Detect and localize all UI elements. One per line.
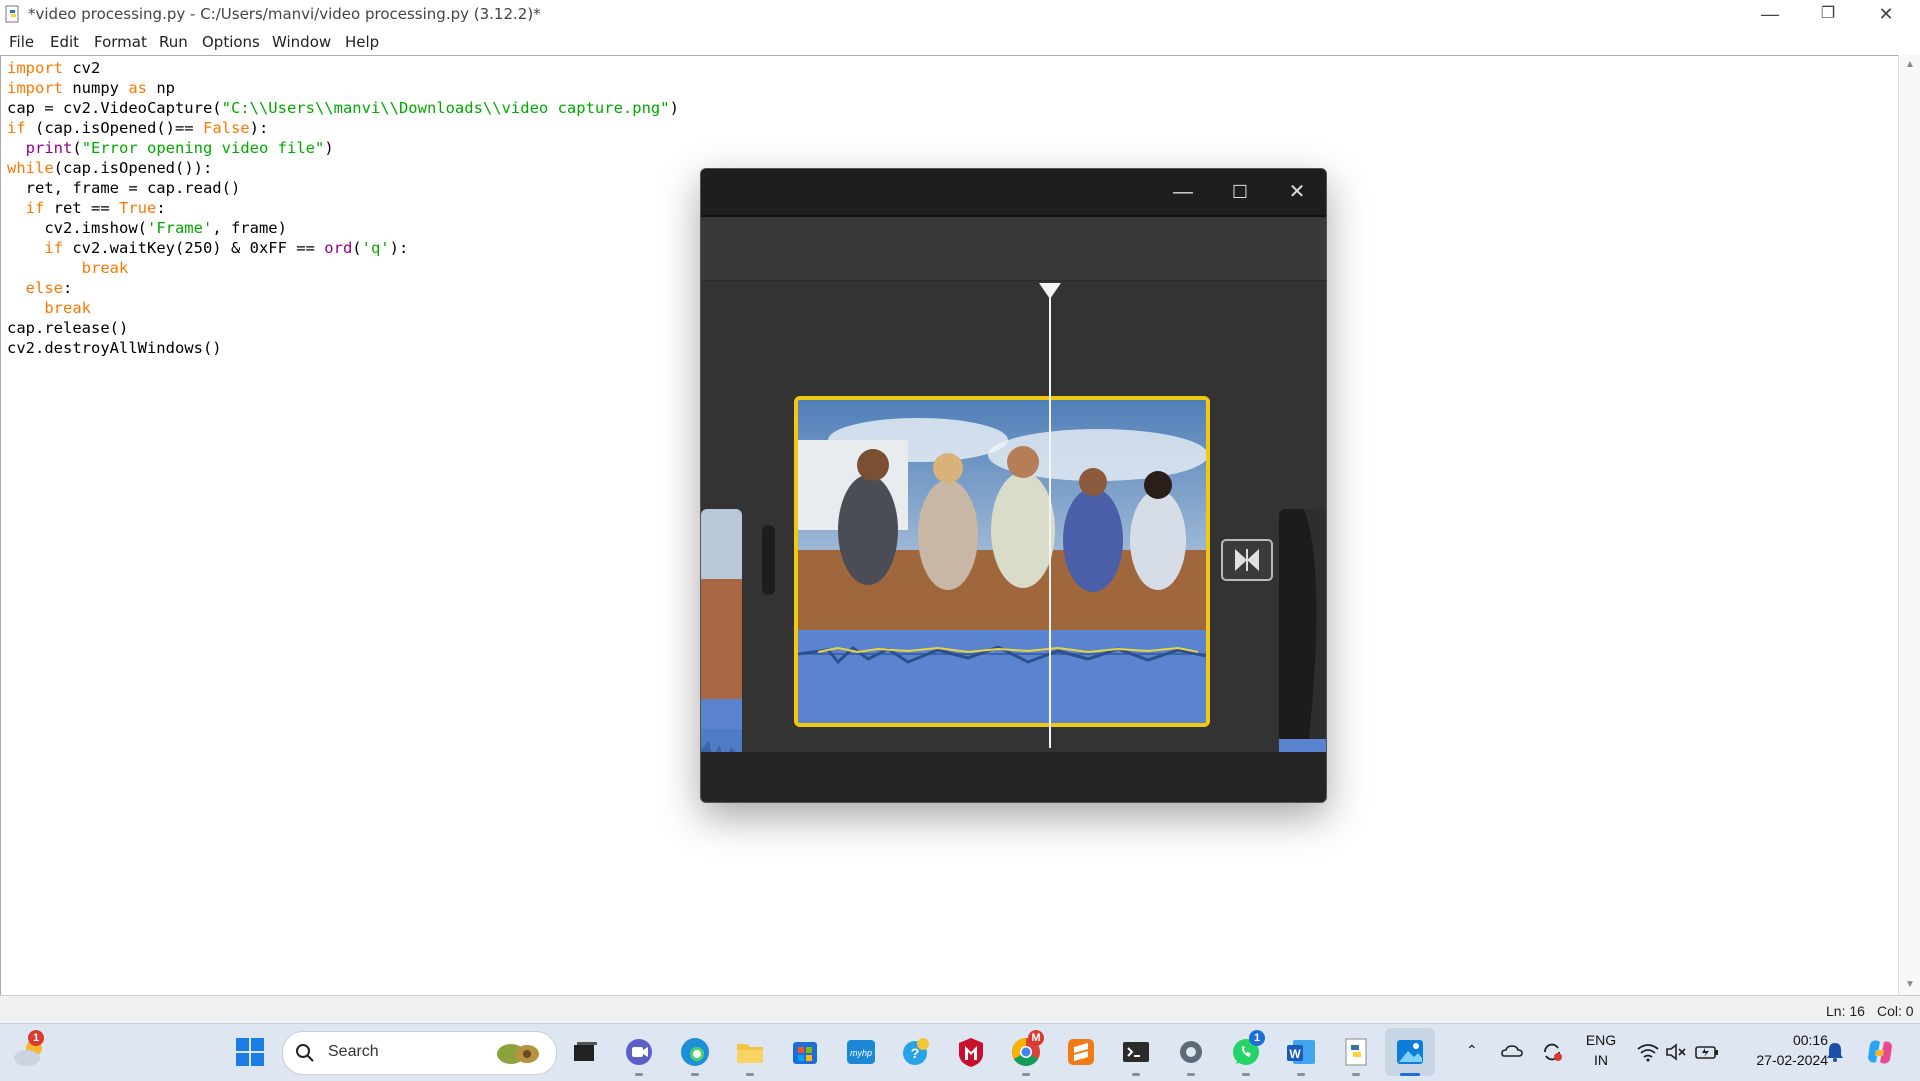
python-idle-icon[interactable] — [1340, 1036, 1372, 1068]
video-preview-window[interactable]: — ☐ ✕ — [700, 168, 1327, 803]
menu-options[interactable]: Options — [202, 33, 260, 51]
window-titlebar: *video processing.py - C:/Users/manvi/vi… — [0, 0, 1920, 29]
line-indicator: Ln: 16 — [1826, 1003, 1865, 1019]
terminal-running-indicator — [1132, 1073, 1140, 1076]
start-icon[interactable] — [234, 1036, 266, 1068]
settings-running-indicator — [1187, 1073, 1195, 1076]
terminal-icon[interactable] — [1120, 1036, 1152, 1068]
teams-running-indicator — [635, 1073, 643, 1076]
taskbar-search[interactable]: Search — [282, 1031, 557, 1075]
battery-charging-icon[interactable] — [1694, 1040, 1720, 1064]
file-explorer-icon[interactable] — [734, 1036, 766, 1068]
svg-text:?: ? — [911, 1045, 920, 1061]
transition-button[interactable] — [1221, 539, 1273, 581]
idle-running-indicator — [1352, 1073, 1360, 1076]
code-line[interactable]: if (cap.isOpened()== False): — [7, 119, 268, 137]
menu-window[interactable]: Window — [272, 33, 331, 51]
code-line[interactable]: import cv2 — [7, 59, 100, 77]
code-line[interactable]: cv2.imshow('Frame', frame) — [7, 219, 287, 237]
show-hidden-icons-chevron-icon[interactable]: ⌃ — [1466, 1042, 1478, 1059]
code-line[interactable]: if cv2.waitKey(250) & 0xFF == ord('q'): — [7, 239, 408, 257]
whatsapp-running-indicator — [1242, 1073, 1250, 1076]
clock-time[interactable]: 00:16 — [1732, 1032, 1828, 1048]
taskbar: 1 Search myhp ? M 1 W ⌃ ENG IN 00:16 27-… — [0, 1023, 1920, 1081]
scroll-down-arrow-icon[interactable]: ▼ — [1905, 979, 1915, 990]
popup-minimize-button[interactable]: — — [1163, 177, 1203, 207]
chrome-running-indicator — [1022, 1073, 1030, 1076]
microsoft-store-icon[interactable] — [789, 1036, 821, 1068]
popup-titlebar: — ☐ ✕ — [701, 169, 1326, 217]
photos-icon[interactable] — [1394, 1036, 1426, 1068]
scroll-up-arrow-icon[interactable]: ▲ — [1905, 59, 1915, 70]
popup-toolbar — [701, 217, 1326, 281]
code-line[interactable]: break — [7, 299, 91, 317]
code-line[interactable]: else: — [7, 279, 73, 297]
minimize-button[interactable]: — — [1742, 0, 1798, 29]
code-line[interactable]: import numpy as np — [7, 79, 175, 97]
code-line[interactable]: cap.release() — [7, 319, 128, 337]
sticky-help-icon[interactable]: ? — [900, 1036, 932, 1068]
notification-bell-icon[interactable] — [1824, 1040, 1846, 1064]
code-text[interactable]: import cv2 import numpy as np cap = cv2.… — [7, 58, 679, 358]
weather-badge: 1 — [28, 1030, 44, 1046]
wifi-icon[interactable] — [1636, 1040, 1660, 1064]
region-indicator[interactable]: IN — [1582, 1052, 1620, 1068]
settings-gear-icon[interactable] — [1175, 1036, 1207, 1068]
playhead-handle-icon[interactable] — [1039, 283, 1061, 299]
search-placeholder: Search — [328, 1043, 379, 1060]
svg-text:myhp: myhp — [850, 1048, 872, 1058]
chrome-profile-badge: M — [1028, 1030, 1044, 1046]
word-running-indicator — [1297, 1073, 1305, 1076]
code-line[interactable]: cap = cv2.VideoCapture("C:\\Users\\manvi… — [7, 99, 679, 117]
popup-maximize-button[interactable]: ☐ — [1220, 177, 1260, 207]
code-line[interactable]: cv2.destroyAllWindows() — [7, 339, 222, 357]
python-file-icon — [5, 5, 19, 23]
code-line[interactable]: break — [7, 259, 129, 277]
menu-help[interactable]: Help — [345, 33, 379, 51]
menu-bar: File Edit Format Run Options Window Help — [0, 29, 1920, 55]
whatsapp-badge: 1 — [1249, 1030, 1265, 1046]
code-line[interactable]: ret, frame = cap.read() — [7, 179, 241, 197]
menu-run[interactable]: Run — [159, 33, 188, 51]
popup-bottom-bar — [701, 752, 1326, 802]
selected-clip[interactable] — [794, 396, 1210, 727]
status-bar: Ln: 16 Col: 0 — [0, 995, 1920, 1024]
restore-button[interactable]: ❐ — [1800, 0, 1856, 29]
task-view-icon[interactable] — [568, 1036, 600, 1068]
column-indicator: Col: 0 — [1877, 1003, 1914, 1019]
mcafee-icon[interactable] — [955, 1036, 987, 1068]
onedrive-sync-icon[interactable] — [1500, 1040, 1524, 1064]
menu-edit[interactable]: Edit — [50, 33, 79, 51]
bowtie-transition-icon — [1235, 549, 1259, 571]
playhead[interactable] — [1049, 288, 1051, 748]
edge-icon[interactable] — [679, 1036, 711, 1068]
teams-chat-icon[interactable] — [623, 1036, 655, 1068]
menu-format[interactable]: Format — [94, 33, 147, 51]
search-highlight-icon — [497, 1044, 539, 1064]
explorer-running-indicator — [746, 1073, 754, 1076]
sync-status-icon[interactable] — [1540, 1040, 1564, 1064]
search-icon — [296, 1044, 314, 1062]
editor-scrollbar[interactable]: ▲ ▼ — [1898, 55, 1920, 995]
svg-text:W: W — [1289, 1047, 1301, 1061]
trim-handle[interactable] — [762, 525, 775, 595]
language-indicator[interactable]: ENG — [1582, 1032, 1620, 1048]
copilot-icon[interactable] — [1864, 1036, 1896, 1068]
word-icon[interactable]: W — [1285, 1036, 1317, 1068]
window-title: *video processing.py - C:/Users/manvi/vi… — [28, 5, 541, 23]
code-line[interactable]: print("Error opening video file") — [7, 139, 334, 157]
photos-active-indicator — [1400, 1073, 1420, 1076]
code-line[interactable]: while(cap.isOpened()): — [7, 159, 212, 177]
popup-close-button[interactable]: ✕ — [1277, 177, 1317, 207]
myhp-icon[interactable]: myhp — [845, 1036, 877, 1068]
edge-running-indicator — [691, 1073, 699, 1076]
code-line[interactable]: if ret == True: — [7, 199, 166, 217]
clip-thumbnail — [798, 400, 1206, 723]
volume-muted-icon[interactable] — [1664, 1040, 1688, 1064]
sublime-text-icon[interactable] — [1065, 1036, 1097, 1068]
close-button[interactable]: ✕ — [1858, 0, 1914, 29]
clock-date[interactable]: 27-02-2024 — [1732, 1052, 1828, 1068]
menu-file[interactable]: File — [9, 33, 34, 51]
